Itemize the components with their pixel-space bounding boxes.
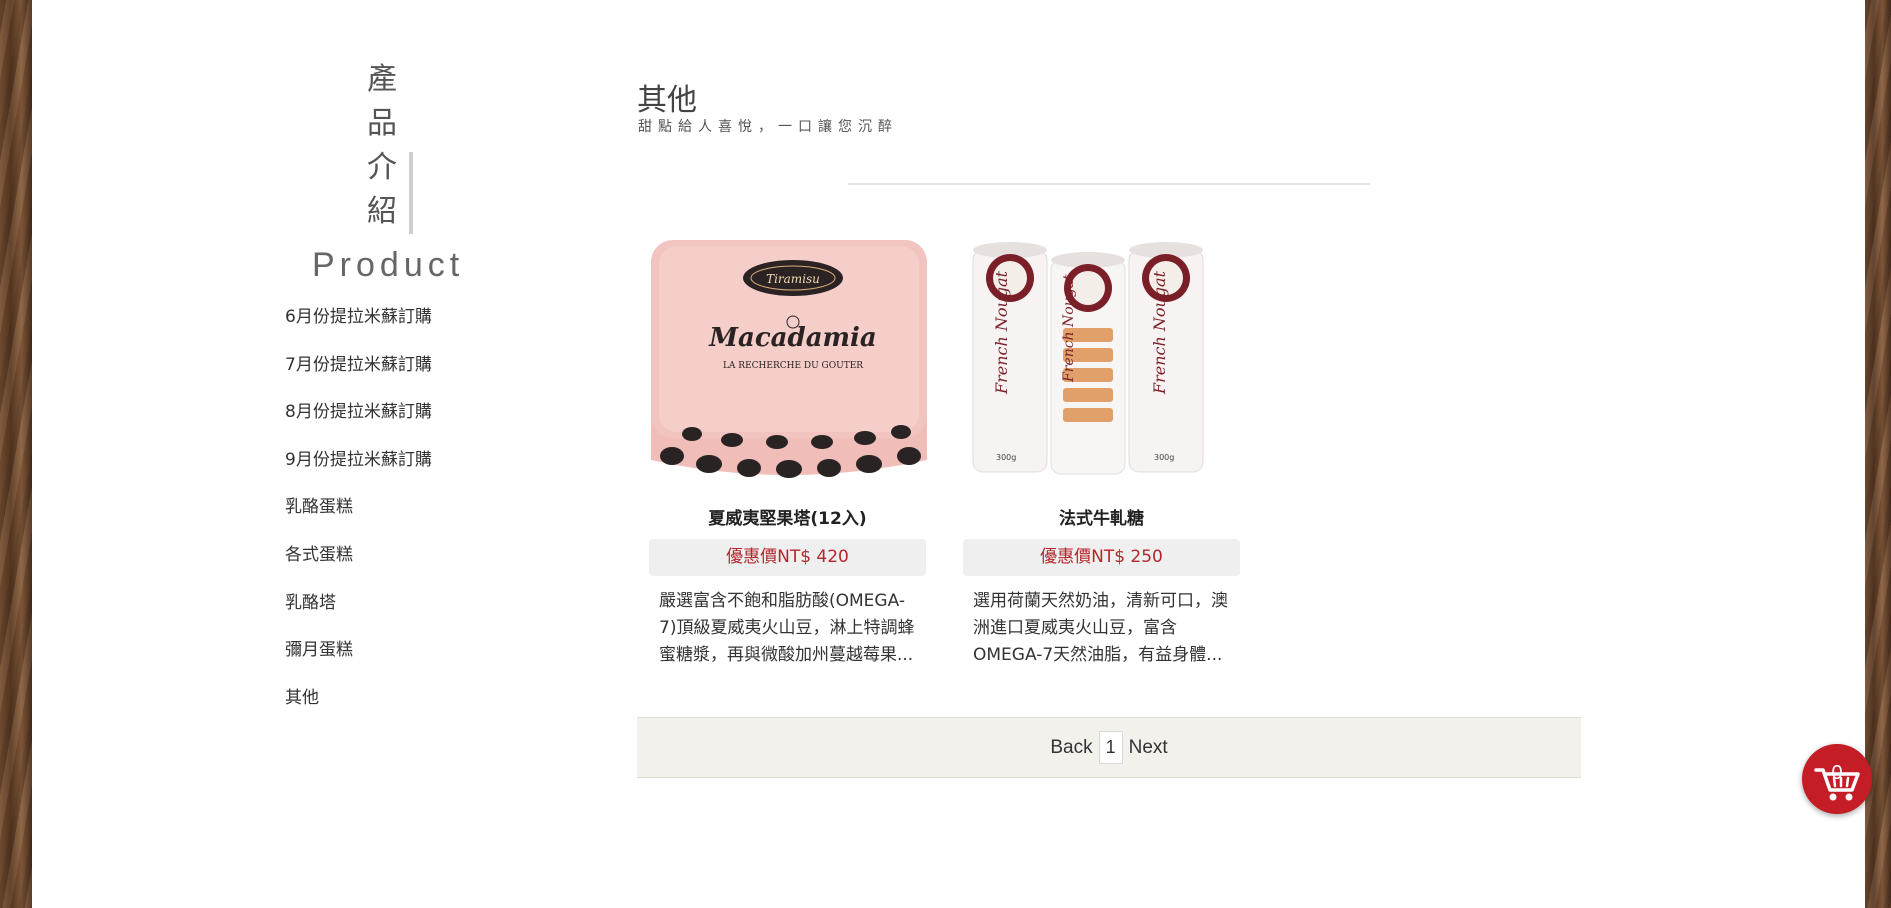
product-description: 選用荷蘭天然奶油，清新可口，澳洲進口夏威夷火山豆，富含OMEGA-7天然油脂，有… [973, 591, 1228, 665]
can-middle-text: French Nougat [1061, 274, 1077, 383]
sidebar-title-accent-bar [409, 152, 413, 234]
can-right-text: French Nougat [1150, 270, 1169, 395]
sidebar-title-char: 紹 [367, 194, 397, 229]
section-divider [848, 183, 1370, 185]
sidebar-item-july-tiramisu[interactable]: 7月份提拉米蘇訂購 [285, 353, 432, 401]
sidebar-category-nav: 6月份提拉米蘇訂購 7月份提拉米蘇訂購 8月份提拉米蘇訂購 9月份提拉米蘇訂購 … [285, 305, 432, 733]
sidebar-item-assorted-cakes[interactable]: 各式蛋糕 [285, 543, 432, 591]
sidebar-product-label: Product [312, 246, 465, 284]
product-description: 嚴選富含不飽和脂肪酸(OMEGA-7)頂級夏威夷火山豆，淋上特調蜂蜜糖漿，再與微… [659, 591, 915, 665]
tin-subtitle-text: LA RECHERCHE DU GOUTER [723, 361, 863, 371]
wood-background-left [0, 0, 32, 908]
sidebar-title-char: 品 [367, 106, 397, 141]
pink-macadamia-tin-image[interactable]: Tiramisu Macadamia LA RECHERCHE DU GOUTE… [637, 228, 938, 484]
can-left-text: French Nougat [992, 270, 1011, 395]
french-nougat-cans-image[interactable]: French Nougat 300g French Nougat French … [951, 228, 1252, 484]
can-left-weight: 300g [996, 453, 1016, 462]
sidebar-item-cheese-tart[interactable]: 乳酪塔 [285, 591, 432, 639]
sidebar-item-others[interactable]: 其他 [285, 686, 432, 734]
sidebar-item-june-tiramisu[interactable]: 6月份提拉米蘇訂購 [285, 305, 432, 353]
sidebar-item-baby-cake[interactable]: 彌月蛋糕 [285, 638, 432, 686]
cart-button[interactable]: 0 [1802, 744, 1872, 814]
category-title: 其他 [637, 83, 697, 118]
product-card[interactable]: French Nougat 300g French Nougat French … [951, 228, 1252, 669]
sidebar-item-september-tiramisu[interactable]: 9月份提拉米蘇訂購 [285, 448, 432, 496]
sidebar-title: 產 品 介 紹 [362, 58, 402, 234]
pagination-page-1[interactable]: 1 [1098, 731, 1123, 764]
sidebar-item-august-tiramisu[interactable]: 8月份提拉米蘇訂購 [285, 400, 432, 448]
product-card[interactable]: Tiramisu Macadamia LA RECHERCHE DU GOUTE… [637, 228, 938, 669]
can-right-weight: 300g [1154, 453, 1174, 462]
sidebar-item-cheesecake[interactable]: 乳酪蛋糕 [285, 495, 432, 543]
category-subtitle: 甜點給人喜悅，一口讓您沉醉 [638, 119, 898, 135]
pagination-next-link[interactable]: Next [1129, 737, 1168, 759]
pagination-back-link[interactable]: Back [1050, 737, 1092, 759]
product-name[interactable]: 法式牛軋糖 [951, 504, 1252, 529]
pagination: Back 1 Next [637, 717, 1581, 778]
product-price: 優惠價NT$ 250 [963, 539, 1240, 576]
cart-count-badge: 0 [1831, 762, 1843, 784]
product-price: 優惠價NT$ 420 [649, 539, 926, 576]
sidebar-title-char: 產 [367, 62, 397, 97]
product-name[interactable]: 夏威夷堅果塔(12入) [637, 504, 938, 529]
sidebar-title-char: 介 [367, 150, 397, 185]
tin-logo-text: Tiramisu [766, 272, 820, 286]
